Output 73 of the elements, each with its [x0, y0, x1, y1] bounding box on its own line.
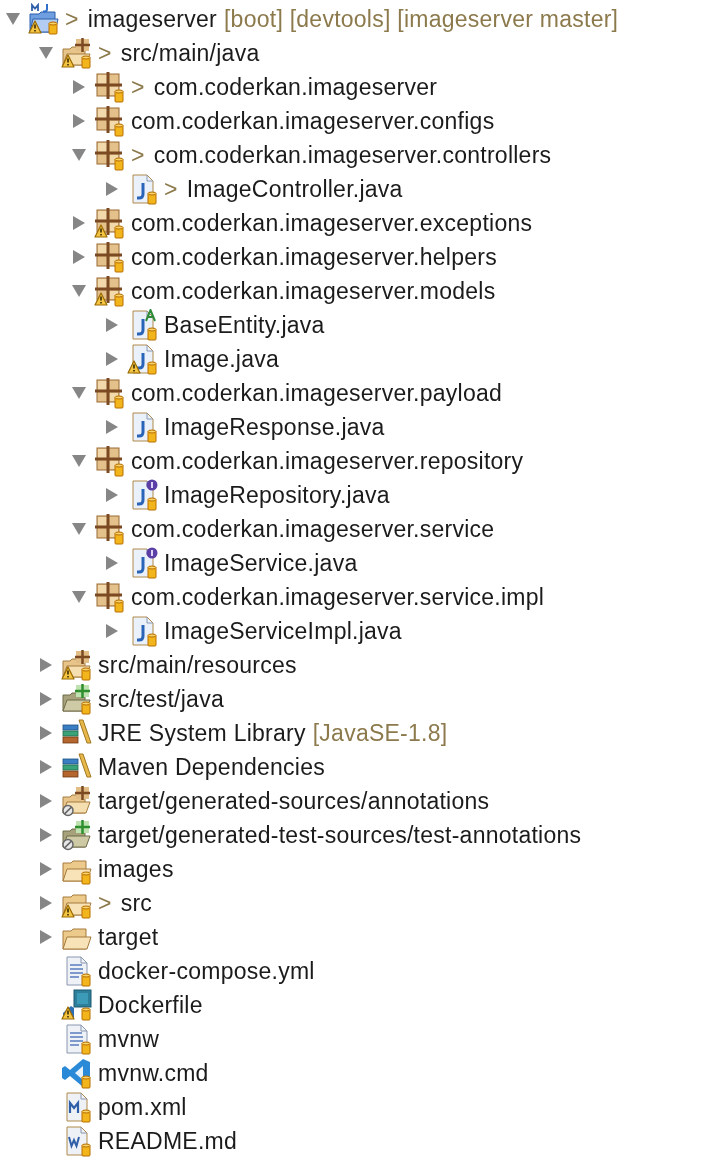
tree-item-label[interactable]: com.coderkan.imageserver.configs [131, 107, 495, 135]
tree-item-label[interactable]: images [98, 855, 174, 883]
tree-item-label[interactable]: ImageServiceImpl.java [164, 617, 402, 645]
caret-right-icon[interactable] [73, 80, 85, 94]
tree-item-label[interactable]: com.coderkan.imageserver.repository [131, 447, 524, 475]
caret-right-icon[interactable] [40, 726, 52, 740]
tree-item-label[interactable]: com.coderkan.imageserver.controllers [153, 141, 552, 169]
caret-right-icon[interactable] [106, 352, 118, 366]
change-marker: > [98, 39, 112, 67]
caret-down-icon[interactable] [72, 387, 86, 399]
tree-item-label[interactable]: com.coderkan.imageserver.helpers [131, 243, 497, 271]
tree-item-label[interactable]: BaseEntity.java [164, 311, 325, 339]
tree-item-label[interactable]: src/test/java [98, 685, 224, 713]
caret-down-icon[interactable] [39, 47, 53, 59]
caret-right-icon[interactable] [106, 624, 118, 638]
tree-item-label[interactable]: com.coderkan.imageserver.service.impl [131, 583, 545, 611]
tree-item-label[interactable]: mvnw [98, 1025, 160, 1053]
tree-item-label[interactable]: pom.xml [98, 1093, 187, 1121]
tree-item-label[interactable]: target/generated-test-sources/test-annotations [98, 821, 582, 849]
tree-item-label[interactable]: imageserver [87, 5, 217, 33]
tree-item-label[interactable]: README.md [98, 1127, 237, 1155]
tree-item-label[interactable]: mvnw.cmd [98, 1059, 209, 1087]
tree-item-label[interactable]: com.coderkan.imageserver.payload [131, 379, 503, 407]
change-marker: > [65, 5, 79, 33]
tree-item-label[interactable]: ImageController.java [186, 175, 403, 203]
tree-item-label[interactable]: ImageResponse.java [164, 413, 385, 441]
caret-right-icon[interactable] [106, 488, 118, 502]
caret-right-icon[interactable] [106, 556, 118, 570]
caret-right-icon[interactable] [73, 216, 85, 230]
caret-right-icon[interactable] [40, 930, 52, 944]
caret-right-icon[interactable] [40, 760, 52, 774]
caret-right-icon[interactable] [106, 420, 118, 434]
caret-right-icon[interactable] [40, 862, 52, 876]
change-marker: > [131, 141, 145, 169]
tree-item-label[interactable]: com.coderkan.imageserver.exceptions [131, 209, 533, 237]
tree-item-label[interactable]: ImageService.java [164, 549, 358, 577]
change-marker: > [98, 889, 112, 917]
caret-down-icon[interactable] [6, 13, 20, 25]
books-icon [62, 753, 92, 778]
caret-right-icon[interactable] [106, 182, 118, 196]
caret-down-icon[interactable] [72, 149, 86, 161]
tree-item-label[interactable]: target [98, 923, 159, 951]
caret-right-icon[interactable] [106, 318, 118, 332]
tree-item-label[interactable]: ImageRepository.java [164, 481, 390, 509]
tree-item-label[interactable]: src/main/resources [98, 651, 297, 679]
tree-item-label[interactable]: Dockerfile [98, 991, 203, 1019]
caret-right-icon[interactable] [40, 794, 52, 808]
caret-down-icon[interactable] [72, 591, 86, 603]
tree-item-label[interactable]: com.coderkan.imageserver.service [131, 515, 495, 543]
caret-right-icon[interactable] [40, 692, 52, 706]
caret-down-icon[interactable] [72, 455, 86, 467]
decoration-text: [JavaSE-1.8] [312, 719, 448, 747]
caret-right-icon[interactable] [73, 250, 85, 264]
caret-right-icon[interactable] [73, 114, 85, 128]
books-icon [62, 719, 92, 744]
tree-item-label[interactable]: Image.java [164, 345, 279, 373]
caret-down-icon[interactable] [72, 285, 86, 297]
change-marker: > [164, 175, 178, 203]
folder-icon [62, 928, 92, 950]
caret-right-icon[interactable] [40, 896, 52, 910]
tree-item-label[interactable]: src [120, 889, 153, 917]
change-marker: > [131, 73, 145, 101]
caret-down-icon[interactable] [72, 523, 86, 535]
decoration-text: [boot] [devtools] [imageserver master] [224, 5, 619, 33]
tree-item-label[interactable]: target/generated-sources/annotations [98, 787, 490, 815]
tree-item-label[interactable]: src/main/java [120, 39, 260, 67]
tree-item-label[interactable]: docker-compose.yml [98, 957, 315, 985]
tree-item-label[interactable]: Maven Dependencies [98, 753, 325, 781]
caret-right-icon[interactable] [40, 828, 52, 842]
tree-item-label[interactable]: JRE System Library [98, 719, 306, 747]
tree-item-label[interactable]: com.coderkan.imageserver.models [131, 277, 496, 305]
tree-item-label[interactable]: com.coderkan.imageserver [153, 73, 438, 101]
caret-right-icon[interactable] [40, 658, 52, 672]
